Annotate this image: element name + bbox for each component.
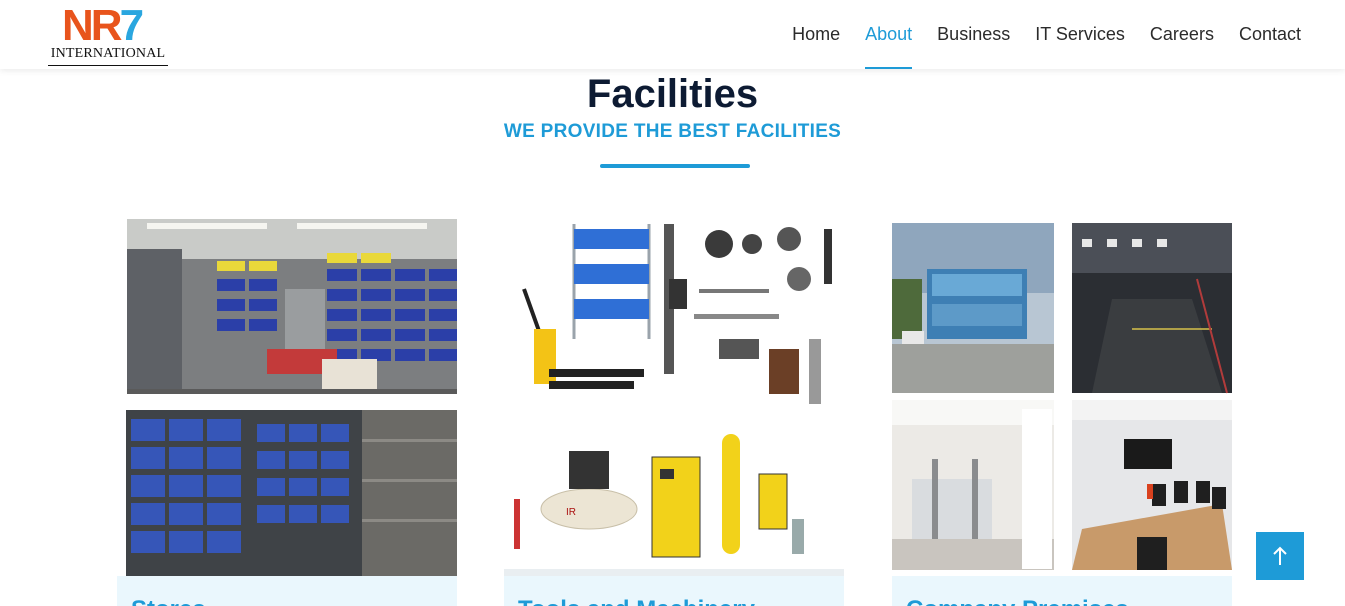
tools-caption: Tools and Machinery <box>504 576 844 606</box>
arrow-up-icon <box>1273 546 1287 565</box>
nav-contact[interactable]: Contact <box>1239 0 1301 69</box>
logo-nr: NR <box>62 1 123 50</box>
premises-caption: Company Premises <box>892 576 1232 606</box>
facility-card-premises[interactable]: Company Premises <box>892 219 1232 606</box>
svg-text:IR: IR <box>566 507 576 518</box>
site-header: NR7 INTERNATIONAL Home About Business IT… <box>0 0 1345 69</box>
section-subtitle: WE PROVIDE THE BEST FACILITIES <box>503 121 842 142</box>
nr7-logo[interactable]: NR7 INTERNATIONAL <box>48 4 168 68</box>
tools-photo: IR <box>504 219 844 576</box>
stores-photo <box>117 219 457 576</box>
logo-wordmark: INTERNATIONAL <box>48 46 168 66</box>
nav-it-services[interactable]: IT Services <box>1035 0 1125 69</box>
section-divider <box>600 164 750 168</box>
logo-mark: NR7 <box>62 1 145 50</box>
nav-home[interactable]: Home <box>792 0 840 69</box>
stores-caption: Stores <box>117 576 457 606</box>
nav-careers[interactable]: Careers <box>1150 0 1214 69</box>
back-to-top-button[interactable] <box>1256 532 1304 580</box>
logo-seven: 7 <box>119 1 145 50</box>
premises-photo <box>892 219 1232 576</box>
nav-about[interactable]: About <box>865 0 913 69</box>
section-title: Facilities <box>586 72 759 116</box>
facility-card-stores[interactable]: Stores <box>117 219 457 606</box>
facility-card-tools[interactable]: IR Tools and Machinery <box>504 219 844 606</box>
nav-business[interactable]: Business <box>937 0 1010 69</box>
main-nav: Home About Business IT Services Careers … <box>767 0 1301 69</box>
